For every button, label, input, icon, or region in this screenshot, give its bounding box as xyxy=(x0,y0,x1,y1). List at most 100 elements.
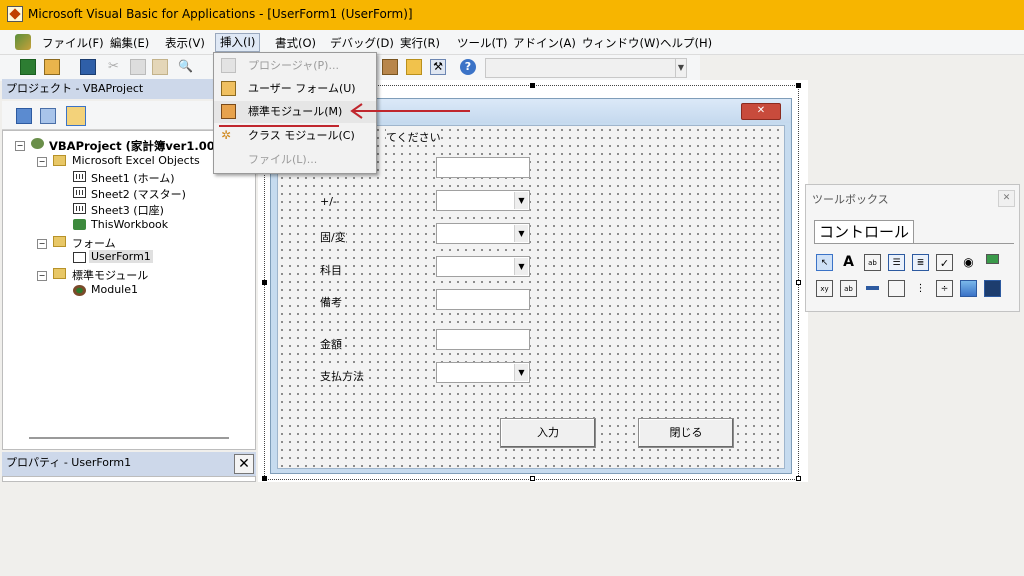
collapse-icon[interactable]: − xyxy=(37,271,47,281)
tabstrip-icon[interactable] xyxy=(864,280,881,297)
togglebutton-icon[interactable] xyxy=(984,254,1001,271)
tree-sheet-1[interactable]: Sheet1 (ホーム) xyxy=(91,170,175,186)
menu-view[interactable]: 表示(V) xyxy=(165,35,205,51)
view-object-icon[interactable] xyxy=(40,108,56,124)
menu-item-procedure[interactable]: プロシージャ(P)... xyxy=(214,55,376,77)
multipage-icon[interactable] xyxy=(888,280,905,297)
chevron-down-icon[interactable]: ▼ xyxy=(514,192,528,209)
tree-module1[interactable]: Module1 xyxy=(91,283,138,296)
tree-sheet-2[interactable]: Sheet2 (マスター) xyxy=(91,186,186,202)
class-module-icon: ✲ xyxy=(221,128,232,142)
submit-button[interactable]: 入力 xyxy=(500,418,596,448)
toolbox-icon[interactable] xyxy=(406,59,422,75)
scrollbar-icon[interactable]: ⋮ xyxy=(912,280,929,297)
tree-forms-folder[interactable]: フォーム xyxy=(72,235,116,251)
resize-handle[interactable] xyxy=(530,476,535,481)
optionbutton-icon[interactable]: ◉ xyxy=(960,254,977,271)
frame-icon[interactable]: xy xyxy=(816,280,833,297)
close-icon[interactable]: ✕ xyxy=(234,454,254,474)
plusminus-combobox[interactable]: ▼ xyxy=(436,190,530,211)
menu-debug[interactable]: デバッグ(D) xyxy=(330,35,394,51)
combobox-icon[interactable]: ☰ xyxy=(888,254,905,271)
label-icon[interactable]: A xyxy=(840,254,857,271)
menu-edit[interactable]: 編集(E) xyxy=(110,35,149,51)
close-icon[interactable]: ✕ xyxy=(998,190,1015,207)
menu-item-label: ファイル(L)... xyxy=(248,153,318,166)
toggle-folders-icon[interactable] xyxy=(66,106,86,126)
label-memo: 備考 xyxy=(320,294,342,310)
resize-handle[interactable] xyxy=(530,83,535,88)
find-icon[interactable]: 🔍 xyxy=(178,59,194,75)
excel-icon[interactable] xyxy=(20,59,36,75)
menu-addins[interactable]: アドイン(A) xyxy=(513,35,576,51)
folder-icon xyxy=(53,268,66,279)
menu-help[interactable]: ヘルプ(H) xyxy=(660,35,712,51)
menu-item-userform[interactable]: ユーザー フォーム(U) xyxy=(214,78,376,100)
insert-userform-icon[interactable] xyxy=(44,59,60,75)
collapse-icon[interactable]: − xyxy=(37,239,47,249)
tree-userform1[interactable]: UserForm1 xyxy=(89,250,153,263)
resize-handle[interactable] xyxy=(796,476,801,481)
userform-icon xyxy=(221,81,236,96)
help-icon[interactable]: ? xyxy=(460,59,476,75)
tools-icon[interactable]: ⚒ xyxy=(430,59,446,75)
menu-item-label: 標準モジュール(M) xyxy=(248,105,343,118)
tab-controls[interactable]: コントロール xyxy=(814,220,915,243)
checkbox-icon[interactable]: ✓ xyxy=(936,254,953,271)
chevron-down-icon[interactable]: ▼ xyxy=(514,225,528,242)
view-code-icon[interactable] xyxy=(16,108,32,124)
sheet-icon xyxy=(73,171,86,182)
object-browser-icon[interactable] xyxy=(382,59,398,75)
commandbutton-icon[interactable]: ab xyxy=(840,280,857,297)
tree-sheet-3[interactable]: Sheet3 (口座) xyxy=(91,202,164,218)
menu-item-class-module[interactable]: ✲ クラス モジュール(C) xyxy=(214,125,376,147)
menu-item-label: プロシージャ(P)... xyxy=(248,59,339,72)
menu-window[interactable]: ウィンドウ(W) xyxy=(582,35,660,51)
properties-body xyxy=(2,476,256,482)
save-icon[interactable] xyxy=(80,59,96,75)
procedure-icon xyxy=(221,58,236,73)
image-icon[interactable] xyxy=(960,280,977,297)
collapse-icon[interactable]: − xyxy=(15,141,25,151)
tree-thisworkbook[interactable]: ThisWorkbook xyxy=(91,218,168,231)
fixed-variable-combobox[interactable]: ▼ xyxy=(436,223,530,244)
close-icon[interactable]: ✕ xyxy=(741,103,781,120)
resize-handle[interactable] xyxy=(262,280,267,285)
refedit-icon[interactable] xyxy=(984,280,1001,297)
menu-file[interactable]: ファイル(F) xyxy=(42,35,104,51)
resize-handle[interactable] xyxy=(262,476,267,481)
memo-textbox[interactable] xyxy=(436,289,530,310)
collapse-icon[interactable]: − xyxy=(37,157,47,167)
label-plusminus: +/- xyxy=(320,195,337,208)
chevron-down-icon[interactable]: ▼ xyxy=(675,59,686,77)
date-textbox[interactable] xyxy=(436,157,530,178)
menu-insert[interactable]: 挿入(I) xyxy=(215,33,261,52)
category-combobox[interactable]: ▼ xyxy=(436,256,530,277)
vbaproject-icon xyxy=(31,138,44,149)
select-pointer-icon[interactable]: ↖ xyxy=(816,254,833,271)
textbox-icon[interactable]: ab xyxy=(864,254,881,271)
listbox-icon[interactable]: ≣ xyxy=(912,254,929,271)
excel-view-icon[interactable] xyxy=(15,34,31,50)
menu-format[interactable]: 書式(O) xyxy=(275,35,316,51)
position-combobox[interactable]: ▼ xyxy=(485,58,687,78)
chevron-down-icon[interactable]: ▼ xyxy=(514,258,528,275)
tree-excel-objects[interactable]: Microsoft Excel Objects xyxy=(72,154,200,167)
amount-textbox[interactable] xyxy=(436,329,530,350)
resize-handle[interactable] xyxy=(796,280,801,285)
spinbutton-icon[interactable]: ÷ xyxy=(936,280,953,297)
chevron-down-icon[interactable]: ▼ xyxy=(514,364,528,381)
resize-handle[interactable] xyxy=(796,83,801,88)
project-tree: − VBAProject (家計簿ver1.00 − Microsoft Exc… xyxy=(2,130,256,450)
tree-root[interactable]: VBAProject (家計簿ver1.00 xyxy=(49,138,215,154)
menu-tools[interactable]: ツール(T) xyxy=(457,35,508,51)
cut-icon[interactable]: ✂ xyxy=(108,59,124,75)
horizontal-scrollbar[interactable] xyxy=(29,437,229,439)
menu-item-file[interactable]: ファイル(L)... xyxy=(214,149,376,171)
tree-modules-folder[interactable]: 標準モジュール xyxy=(72,267,148,283)
close-button[interactable]: 閉じる xyxy=(638,418,734,448)
menu-run[interactable]: 実行(R) xyxy=(400,35,440,51)
paste-icon[interactable] xyxy=(152,59,168,75)
payment-method-combobox[interactable]: ▼ xyxy=(436,362,530,383)
copy-icon[interactable] xyxy=(130,59,146,75)
